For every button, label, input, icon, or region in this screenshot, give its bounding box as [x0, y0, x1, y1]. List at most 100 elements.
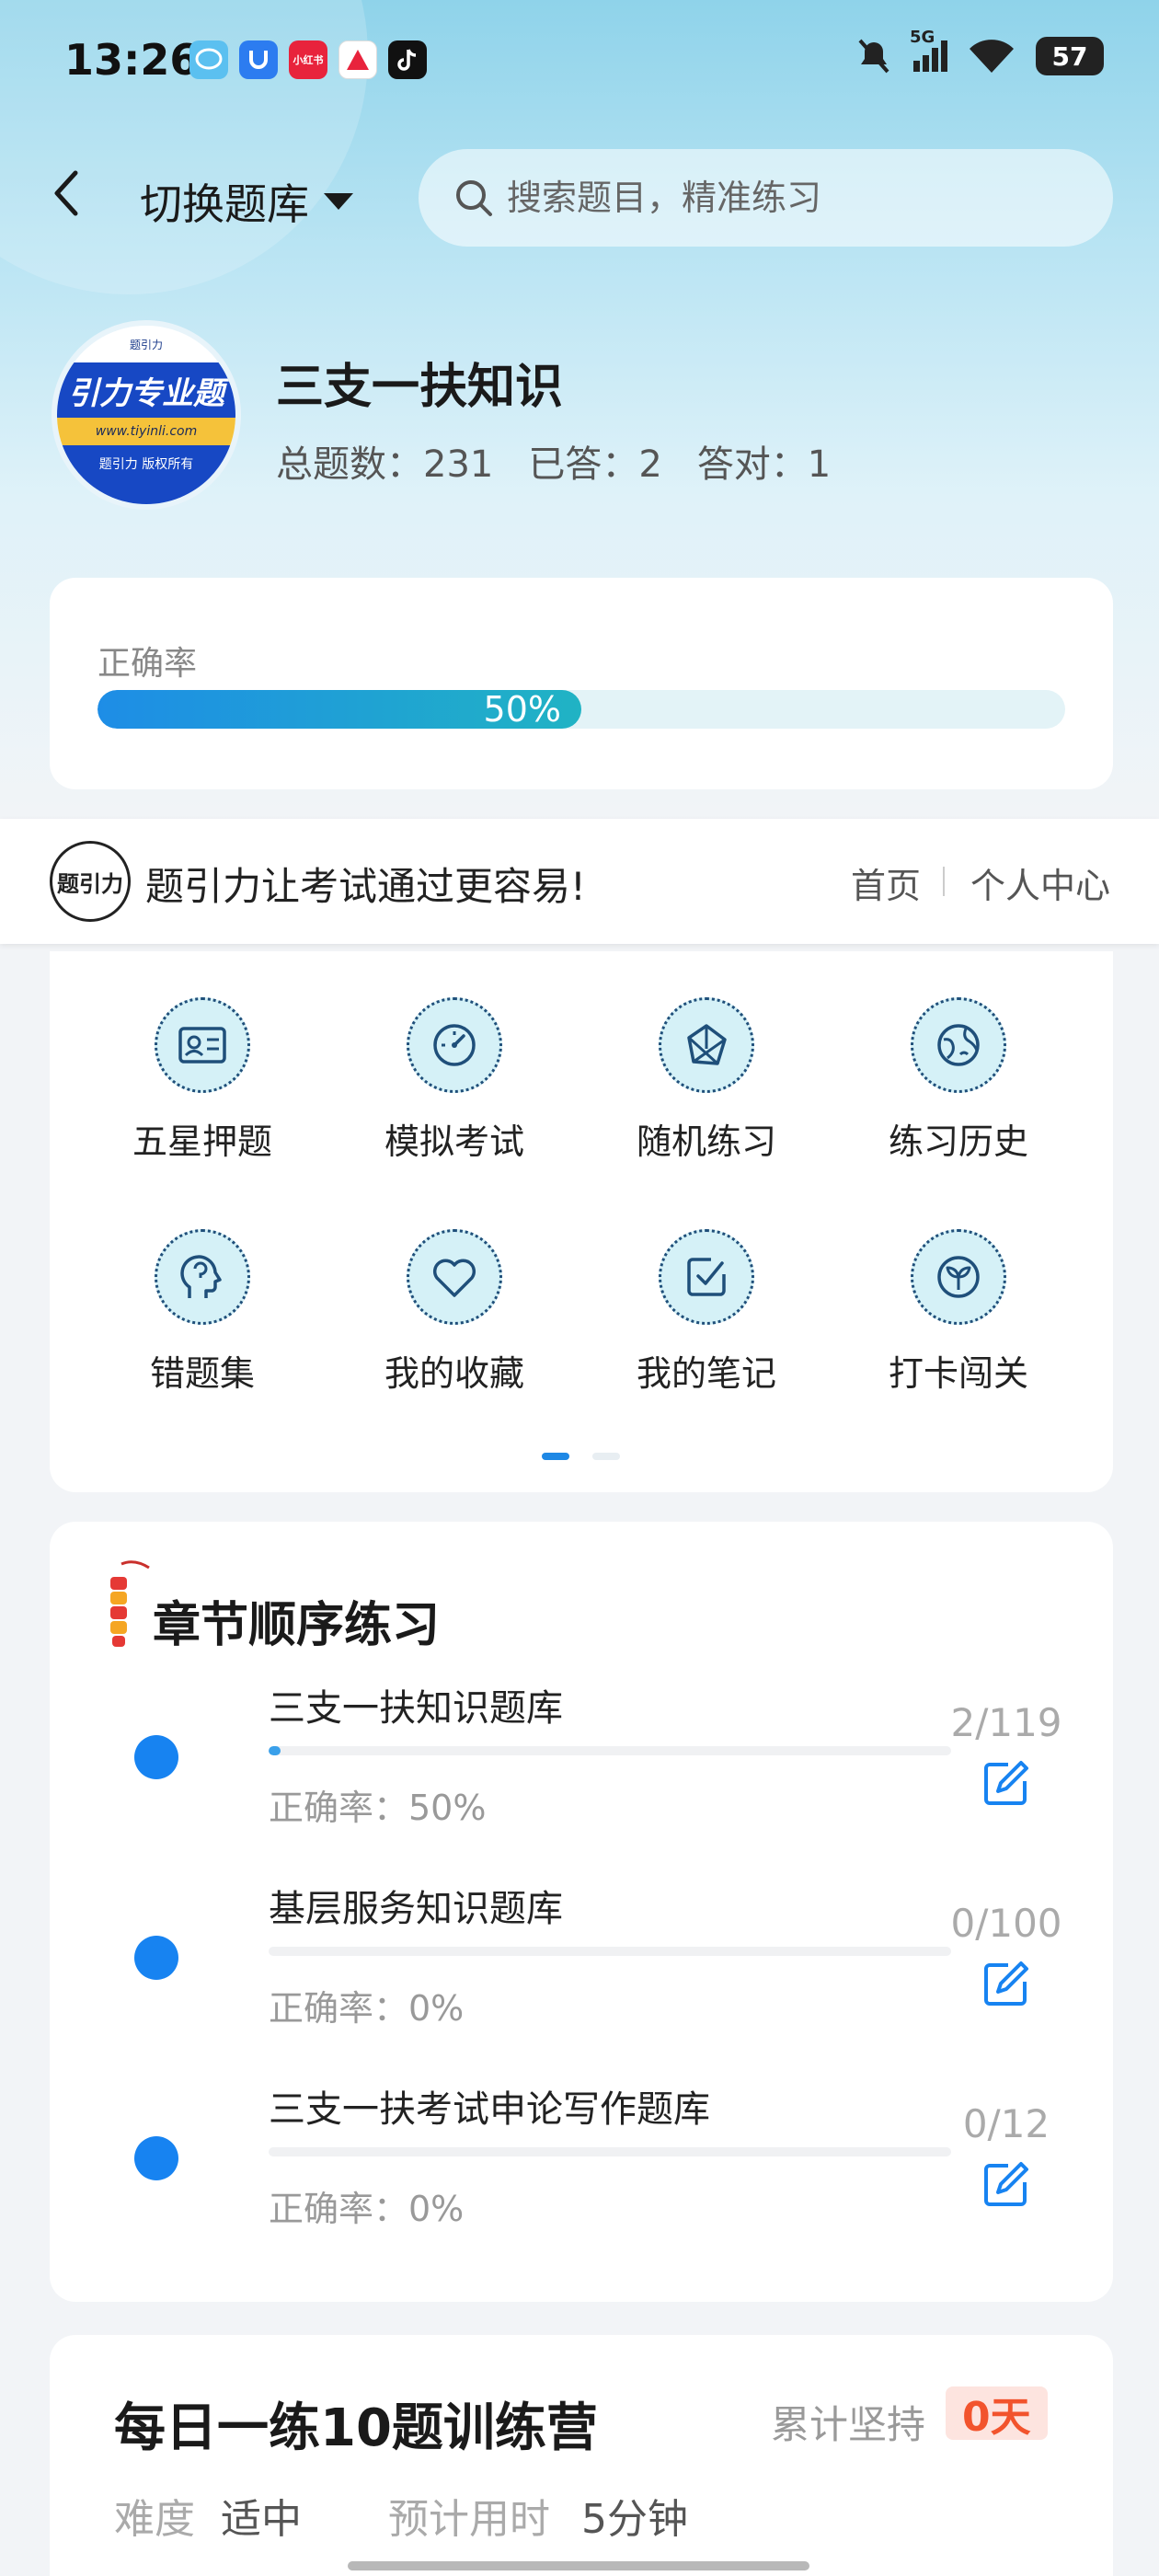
profile-link[interactable]: 个人中心 [970, 857, 1110, 908]
brand-slogan: 题引力让考试通过更容易! [145, 864, 586, 909]
total-count: 总题数：231 [276, 443, 494, 486]
news-icon [339, 40, 377, 79]
grid-label: 打卡闯关 [888, 1353, 1028, 1394]
id-card-icon [155, 997, 250, 1093]
correct-count: 答对：1 [696, 443, 832, 486]
grid-item-five-star[interactable]: 五星押题 [92, 997, 313, 1164]
chapter-row[interactable]: 基层服务知识题库 正确率：0% 0/100 [50, 1869, 1113, 2053]
time-value: 5分钟 [581, 2496, 688, 2543]
edit-icon[interactable] [981, 1757, 1032, 1809]
security-icon [239, 40, 278, 79]
grid-item-random-practice[interactable]: 随机练习 [596, 997, 817, 1164]
chapter-section-title: 章节顺序练习 [153, 1598, 441, 1653]
xiaohongshu-icon: 小红书 [289, 40, 327, 79]
chapter-progress-bar [269, 2147, 951, 2156]
brand-banner: 题引力 题引力让考试通过更容易! 首页 个人中心 [0, 819, 1159, 944]
chapter-bullet [134, 2136, 178, 2180]
search-icon [456, 180, 492, 216]
bank-stats: 总题数：231 已答：2 答对：1 [276, 434, 831, 488]
page-indicator-active [542, 1453, 569, 1460]
home-indicator[interactable] [348, 2561, 809, 2570]
grid-item-wrong-questions[interactable]: 错题集 [92, 1229, 313, 1396]
chapter-count: 0/100 [950, 1901, 1062, 1946]
chapter-bullet [134, 1936, 178, 1980]
chapter-progress-bar [269, 1947, 951, 1956]
accuracy-value: 50% [483, 690, 561, 729]
accuracy-progress-bar: 50% [98, 690, 1065, 729]
grid-label: 五星押题 [132, 1121, 272, 1162]
chapter-name: 三支一扶知识题库 [269, 1687, 563, 1730]
chapter-row[interactable]: 三支一扶知识题库 正确率：50% 2/119 [50, 1669, 1113, 1853]
daily-title: 每日一练10题训练营 [114, 2398, 598, 2458]
edit-icon[interactable] [981, 2158, 1032, 2210]
firecracker-icon [110, 1560, 150, 1647]
mute-icon [858, 39, 889, 74]
edit-icon[interactable] [981, 1958, 1032, 2009]
chapter-progress-fill [269, 1746, 281, 1755]
messages-icon [189, 40, 228, 79]
function-grid: 五星押题 模拟考试 随机练习 练习历史 错题集 我的收藏 我的笔记 打卡闯关 [50, 951, 1113, 1492]
switch-bank-label: 切换题库 [140, 179, 309, 229]
difficulty-value: 适中 [221, 2496, 302, 2543]
time-label: 预计用时 [388, 2496, 550, 2543]
switch-bank-button[interactable]: 切换题库 [140, 171, 353, 232]
chapter-accuracy: 正确率：0% [269, 2189, 465, 2229]
search-input[interactable] [507, 178, 1059, 218]
accuracy-progress-fill: 50% [98, 690, 581, 729]
status-time: 13:26 [64, 35, 200, 85]
bank-logo: 题引力 引力专业题 www.tiyinli.com 题引力 版权所有 [52, 320, 241, 510]
wifi-icon [970, 40, 1014, 73]
caret-down-icon [324, 193, 353, 210]
grid-item-history[interactable]: 练习历史 [848, 997, 1069, 1164]
bank-name: 三支一扶知识 [276, 360, 564, 415]
battery-icon: 57 [1036, 37, 1104, 75]
streak-label: 累计坚持 [771, 2402, 926, 2447]
brand-logo: 题引力 [50, 841, 131, 922]
grid-item-check-in[interactable]: 打卡闯关 [848, 1229, 1069, 1396]
search-bar[interactable] [419, 149, 1113, 247]
streak-badge: 0天 [946, 2386, 1048, 2441]
answered-count: 已答：2 [528, 443, 662, 486]
chapter-accuracy: 正确率：0% [269, 1988, 465, 2029]
tiktok-icon [388, 40, 427, 79]
speedometer-icon [407, 997, 502, 1093]
chapter-count: 0/12 [962, 2101, 1050, 2146]
chapter-row[interactable]: 三支一扶考试申论写作题库 正确率：0% 0/12 [50, 2070, 1113, 2254]
grid-label: 练习历史 [888, 1121, 1028, 1162]
grid-item-notes[interactable]: 我的笔记 [596, 1229, 817, 1396]
chapter-accuracy: 正确率：50% [269, 1788, 487, 1828]
shuffle-icon [659, 997, 754, 1093]
chapter-progress-bar [269, 1746, 951, 1755]
signal-icon: 5G [910, 28, 947, 72]
chapter-bullet [134, 1735, 178, 1779]
grid-label: 错题集 [149, 1353, 255, 1394]
grid-label: 模拟考试 [384, 1121, 524, 1162]
grid-item-favorites[interactable]: 我的收藏 [344, 1229, 565, 1396]
page-indicator-inactive [592, 1453, 620, 1460]
chapter-name: 基层服务知识题库 [269, 1888, 563, 1930]
daily-practice-card[interactable]: 每日一练10题训练营 累计坚持 0天 难度 适中 预计用时 5分钟 [50, 2335, 1113, 2576]
accuracy-card: 正确率 50% [50, 578, 1113, 789]
chapter-practice-card: 章节顺序练习 三支一扶知识题库 正确率：50% 2/119 基层服务知识题库 正… [50, 1522, 1113, 2302]
difficulty-label: 难度 [114, 2496, 195, 2543]
head-icon [155, 1229, 250, 1325]
grid-label: 我的收藏 [384, 1353, 524, 1394]
grid-label: 随机练习 [636, 1121, 776, 1162]
grid-item-mock-exam[interactable]: 模拟考试 [344, 997, 565, 1164]
back-button[interactable] [48, 166, 103, 230]
home-link[interactable]: 首页 [851, 857, 921, 908]
logo-url: www.tiyinli.com [57, 418, 235, 445]
globe-icon [911, 997, 1006, 1093]
accuracy-label: 正确率 [98, 645, 198, 683]
chapter-name: 三支一扶考试申论写作题库 [269, 2088, 710, 2131]
network-type: 5G [910, 28, 935, 47]
status-indicators: 5G 57 [855, 28, 1104, 75]
leaf-icon [911, 1229, 1006, 1325]
heart-icon [407, 1229, 502, 1325]
link-divider [943, 867, 945, 896]
logo-main-text: 引力专业题 [57, 362, 235, 418]
chevron-left-icon [54, 170, 78, 216]
note-check-icon [659, 1229, 754, 1325]
grid-label: 我的笔记 [636, 1353, 776, 1394]
chapter-count: 2/119 [950, 1700, 1062, 1745]
